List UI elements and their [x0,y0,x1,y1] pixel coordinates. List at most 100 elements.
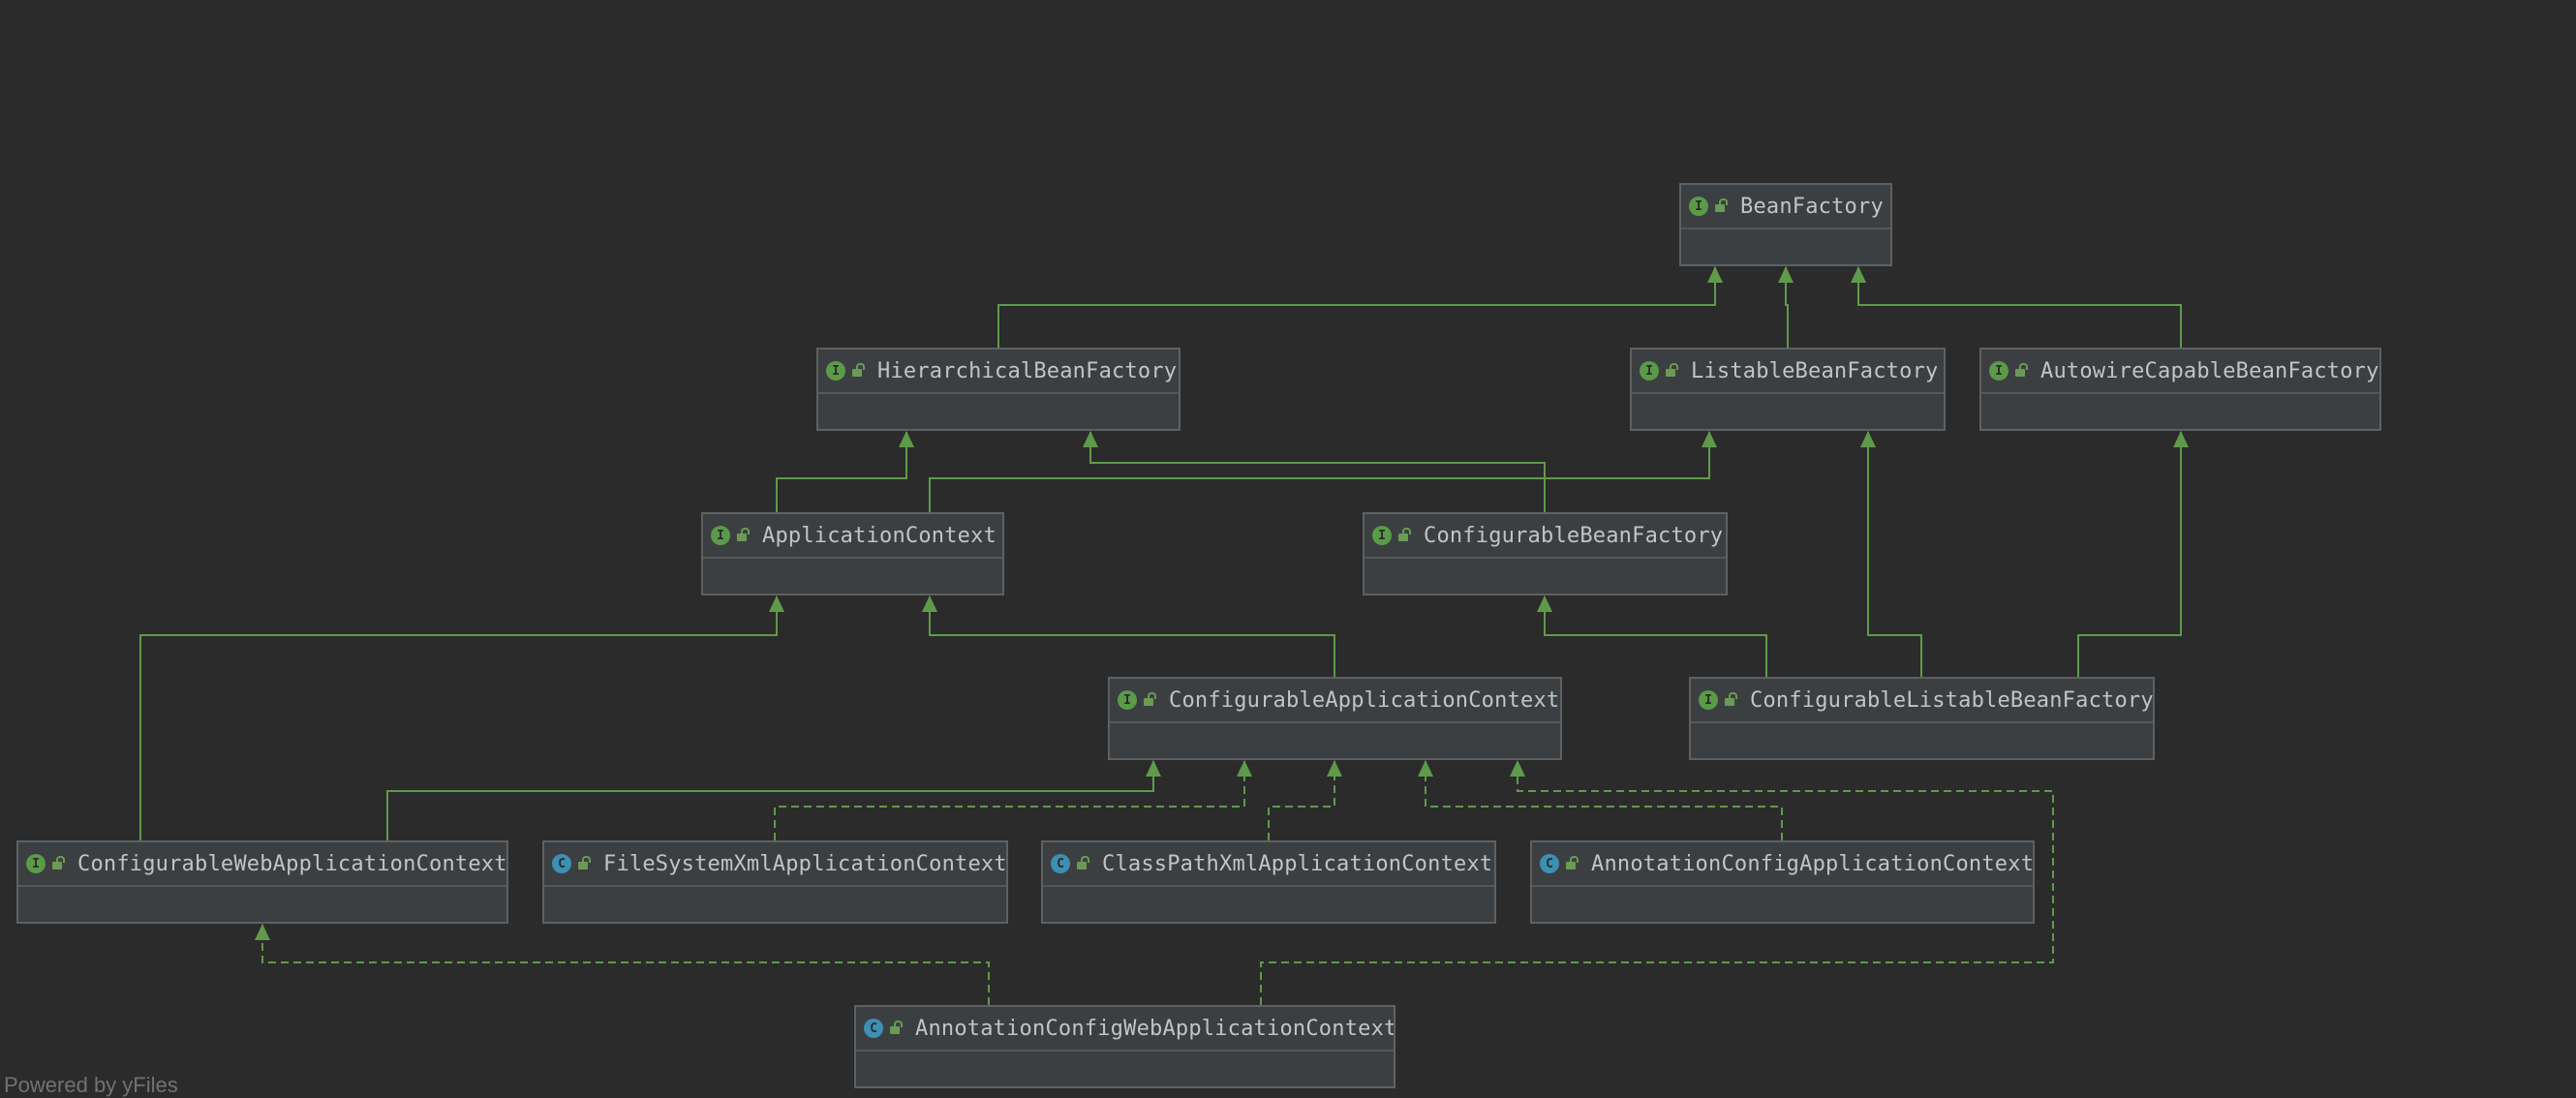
arrowhead-icon [1237,760,1252,777]
node-configurable-web-application-context[interactable]: I ConfigurableWebApplicationContext [16,840,508,924]
node-label: FileSystemXmlApplicationContext [603,851,1006,876]
edge-line [776,432,907,512]
arrowhead-icon [899,431,914,447]
edge-extends [386,760,1161,840]
arrowhead-icon [1778,266,1794,283]
edges-layer [139,266,2189,1005]
class-icon: C [552,854,571,873]
edge-implements [774,760,1252,840]
edge-line [1089,432,1546,512]
public-visibility-icon [578,856,591,869]
node-file-system-xml-application-context[interactable]: C FileSystemXmlApplicationContext [542,840,1008,924]
interface-icon: I [1989,361,2009,381]
edge-extends [2077,431,2189,677]
arrowhead-icon [2173,431,2189,447]
public-visibility-icon [1144,692,1156,706]
interface-icon: I [1372,526,1392,545]
arrowhead-icon [1537,595,1552,612]
interface-icon: I [711,526,730,545]
edge-line [929,432,1710,512]
node-annotation-config-application-context[interactable]: C AnnotationConfigApplicationContext [1530,840,2035,924]
public-visibility-icon [737,528,750,541]
node-label: BeanFactory [1740,194,1884,219]
node-header: I HierarchicalBeanFactory [818,350,1179,394]
class-icon: C [1051,854,1070,873]
interface-icon: I [1640,361,1659,381]
node-label: HierarchicalBeanFactory [877,358,1178,383]
node-class-path-xml-application-context[interactable]: C ClassPathXmlApplicationContext [1041,840,1496,924]
edge-extends [139,595,784,840]
node-hierarchical-bean-factory[interactable]: I HierarchicalBeanFactory [816,348,1181,431]
edge-line [261,925,990,1005]
arrowhead-icon [1707,266,1723,283]
interface-icon: I [1118,690,1137,710]
arrowhead-icon [922,595,937,612]
edge-line [1867,432,1922,677]
edge-extends [1537,595,1767,677]
class-icon: C [864,1019,883,1038]
node-header: I AutowireCapableBeanFactory [1981,350,2379,394]
class-icon: C [1540,854,1559,873]
node-label: ListableBeanFactory [1691,358,1939,383]
node-label: AutowireCapableBeanFactory [2040,358,2379,383]
edge-extends [1778,266,1794,348]
arrowhead-icon [1860,431,1876,447]
node-label: ConfigurableWebApplicationContext [77,851,506,876]
node-header: I ConfigurableBeanFactory [1365,514,1726,559]
node-label: AnnotationConfigWebApplicationContext [915,1016,1394,1041]
public-visibility-icon [1077,856,1089,869]
interface-icon: I [826,361,845,381]
node-listable-bean-factory[interactable]: I ListableBeanFactory [1630,348,1946,431]
node-label: ConfigurableListableBeanFactory [1750,687,2153,713]
edge-extends [776,431,914,512]
node-configurable-bean-factory[interactable]: I ConfigurableBeanFactory [1363,512,1728,595]
edge-extends [929,431,1717,512]
edge-line [1857,267,2182,348]
node-configurable-application-context[interactable]: I ConfigurableApplicationContext [1108,677,1562,760]
node-header: C AnnotationConfigWebApplicationContext [856,1007,1394,1052]
arrowhead-icon [769,595,784,612]
node-header: I ApplicationContext [703,514,1002,559]
edge-line [997,267,1716,348]
node-application-context[interactable]: I ApplicationContext [701,512,1004,595]
edge-implements [255,924,990,1005]
edge-line [1425,761,1783,840]
arrowhead-icon [1083,431,1098,447]
node-header: C AnnotationConfigApplicationContext [1532,842,2033,887]
arrowhead-icon [1702,431,1717,447]
public-visibility-icon [1566,856,1579,869]
edge-line [774,761,1245,840]
interface-icon: I [1689,197,1708,216]
public-visibility-icon [1398,528,1411,541]
public-visibility-icon [890,1021,903,1034]
node-annotation-config-web-application-context[interactable]: C AnnotationConfigWebApplicationContext [854,1005,1395,1088]
public-visibility-icon [1725,692,1737,706]
interface-icon: I [26,854,46,873]
edge-extends [997,266,1723,348]
arrowhead-icon [1418,760,1433,777]
edge-implements [1418,760,1783,840]
node-label: ConfigurableApplicationContext [1169,687,1560,713]
node-header: C FileSystemXmlApplicationContext [544,842,1006,887]
node-label: ClassPathXmlApplicationContext [1102,851,1493,876]
arrowhead-icon [1510,760,1525,777]
edge-line [2077,432,2182,677]
footer-credit: Powered by yFiles [4,1073,178,1097]
node-label: ApplicationContext [762,523,997,548]
node-autowire-capable-bean-factory[interactable]: I AutowireCapableBeanFactory [1979,348,2381,431]
edge-line [386,761,1154,840]
public-visibility-icon [52,856,65,869]
node-bean-factory[interactable]: I BeanFactory [1679,183,1892,266]
edge-line [139,596,778,840]
arrowhead-icon [255,924,270,940]
node-configurable-listable-bean-factory[interactable]: I ConfigurableListableBeanFactory [1689,677,2155,760]
public-visibility-icon [1666,363,1678,377]
interface-icon: I [1699,690,1718,710]
edge-extends [922,595,1335,677]
arrowhead-icon [1146,760,1161,777]
edge-extends [1083,431,1546,512]
edge-extends [1860,431,1922,677]
edge-extends [1851,266,2182,348]
node-header: I ConfigurableListableBeanFactory [1691,679,2153,723]
public-visibility-icon [852,363,865,377]
